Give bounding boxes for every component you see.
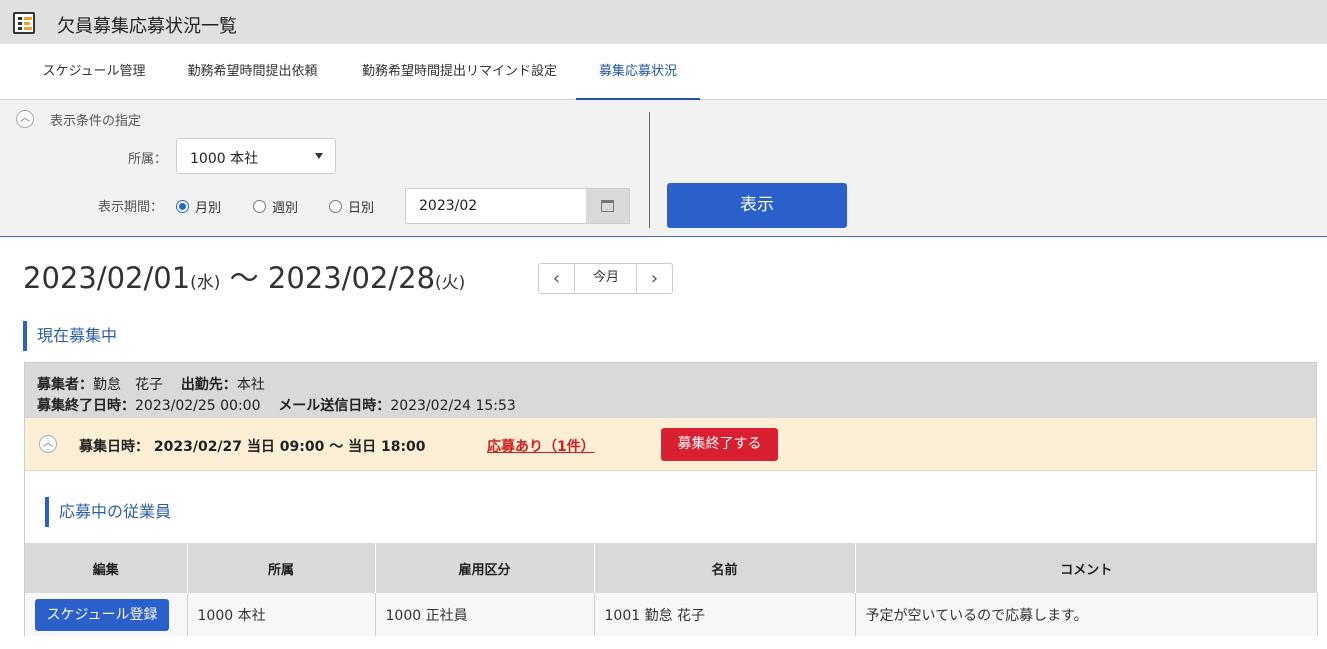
col-affiliation: 所属: [187, 543, 376, 593]
divider: [649, 112, 650, 228]
radio-unchecked-icon: [253, 199, 266, 213]
period-label: 表示期間：: [98, 200, 164, 215]
list-app-icon: [13, 12, 35, 34]
current-recruiting-title: 現在募集中: [23, 321, 117, 351]
table-header-row: 編集 所属 雇用区分 名前 コメント: [25, 543, 1318, 593]
chevron-right-icon[interactable]: ›: [636, 264, 672, 293]
range-separator: 〜: [229, 261, 259, 295]
chevron-up-icon[interactable]: ︿: [39, 435, 57, 453]
title-bar: 欠員募集応募状況一覧: [0, 0, 1327, 44]
recruitment-header: 募集者：勤怠 花子 出勤先：本社 募集終了日時：2023/02/25 00:00…: [25, 363, 1316, 418]
month-field[interactable]: 2023/02: [405, 188, 630, 224]
radio-monthly[interactable]: 月別: [176, 196, 221, 216]
col-comment: コメント: [855, 543, 1318, 593]
end-recruitment-button[interactable]: 募集終了する: [661, 428, 778, 461]
end-label: 募集終了日時：: [37, 398, 135, 414]
calendar-button[interactable]: [586, 189, 629, 223]
cell-name: 1001 勤怠 花子: [594, 593, 856, 636]
recruiter-label: 募集者：: [37, 377, 93, 393]
calendar-icon: [601, 200, 614, 212]
col-employment: 雇用区分: [375, 543, 595, 593]
applicants-title: 応募中の従業員: [45, 497, 171, 527]
range-end-dow: (火): [435, 273, 466, 293]
caret-down-icon: [315, 153, 323, 159]
recruitment-slot: ︿ 募集日時： 2023/02/27 当日 09:00 〜 当日 18:00 応…: [25, 418, 1316, 471]
chevron-left-icon[interactable]: ‹: [539, 264, 575, 293]
tab-shift-request[interactable]: 勤務希望時間提出依頼: [165, 44, 340, 100]
show-button[interactable]: 表示: [667, 183, 847, 228]
end-value: 2023/02/25 00:00: [135, 398, 261, 414]
range-end: 2023/02/28: [267, 261, 436, 295]
recruiter-value: 勤怠 花子: [93, 377, 163, 393]
date-range-heading: 2023/02/01(水) 〜 2023/02/28(火): [23, 255, 465, 297]
range-start-dow: (水): [190, 273, 221, 293]
radio-unchecked-icon: [329, 199, 342, 213]
deadline-line: 募集終了日時：2023/02/25 00:00 メール送信日時：2023/02/…: [37, 395, 516, 415]
current-month-button[interactable]: 今月: [576, 264, 636, 293]
cell-affiliation: 1000 本社: [187, 593, 376, 636]
slot-datetime: 募集日時： 2023/02/27 当日 09:00 〜 当日 18:00: [79, 439, 426, 455]
applicants-table: 編集 所属 雇用区分 名前 コメント スケジュール登録 1000 本社 1000…: [25, 543, 1318, 636]
schedule-register-button[interactable]: スケジュール登録: [35, 598, 169, 631]
affiliation-select[interactable]: 1000 本社: [176, 138, 336, 174]
affiliation-value: 1000 本社: [190, 151, 259, 167]
radio-checked-icon: [176, 199, 189, 213]
col-name: 名前: [594, 543, 856, 593]
affiliation-label: 所属：: [128, 152, 168, 167]
recruiter-line: 募集者：勤怠 花子 出勤先：本社: [37, 374, 265, 394]
filter-panel: ︿ 表示条件の指定 所属： 1000 本社 表示期間： 月別 週別 日別 202…: [0, 100, 1327, 237]
radio-weekly-label: 週別: [272, 200, 299, 216]
cell-comment: 予定が空いているので応募します。: [855, 593, 1318, 636]
col-edit: 編集: [25, 543, 188, 593]
cell-action: スケジュール登録: [25, 593, 188, 636]
workplace-label: 出勤先：: [180, 377, 237, 393]
radio-monthly-label: 月別: [195, 200, 222, 216]
workplace-value: 本社: [236, 377, 265, 393]
chevron-up-icon[interactable]: ︿: [16, 110, 34, 128]
mail-value: 2023/02/24 15:53: [390, 398, 516, 414]
tab-recruitment-status[interactable]: 募集応募状況: [576, 44, 700, 100]
applications-link[interactable]: 応募あり（1件）: [487, 436, 595, 456]
page-title: 欠員募集応募状況一覧: [57, 16, 237, 37]
filter-heading: 表示条件の指定: [50, 114, 142, 129]
tab-reminder-settings[interactable]: 勤務希望時間提出リマインド設定: [347, 44, 572, 100]
tab-schedule-management[interactable]: スケジュール管理: [30, 44, 158, 100]
radio-daily[interactable]: 日別: [329, 196, 374, 216]
range-start: 2023/02/01: [23, 261, 191, 295]
radio-weekly[interactable]: 週別: [253, 196, 298, 216]
radio-daily-label: 日別: [348, 200, 375, 216]
mail-label: メール送信日時：: [278, 398, 391, 414]
recruitment-card: 募集者：勤怠 花子 出勤先：本社 募集終了日時：2023/02/25 00:00…: [24, 362, 1318, 636]
cell-employment: 1000 正社員: [375, 593, 595, 636]
tab-bar: スケジュール管理 勤務希望時間提出依頼 勤務希望時間提出リマインド設定 募集応募…: [0, 44, 1327, 100]
table-row: スケジュール登録 1000 本社 1000 正社員 1001 勤怠 花子 予定が…: [25, 593, 1318, 636]
month-value: 2023/02: [419, 198, 478, 214]
period-navigator: ‹ 今月 ›: [538, 263, 673, 294]
